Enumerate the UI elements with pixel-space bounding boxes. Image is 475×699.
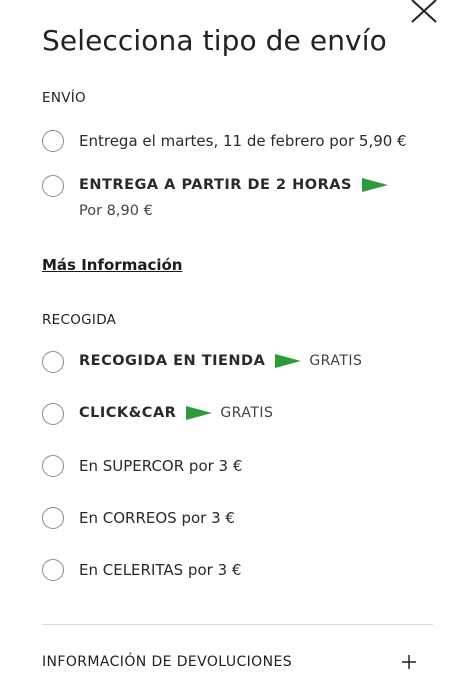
returns-info-label: INFORMACIÓN DE DEVOLUCIONES xyxy=(42,654,292,670)
pickup-option-click-car[interactable]: CLICK&CAR GRATIS xyxy=(42,403,432,429)
pickup-section-label: RECOGIDA xyxy=(42,312,117,328)
radio-button[interactable] xyxy=(42,130,64,152)
close-button[interactable] xyxy=(408,0,438,24)
radio-button[interactable] xyxy=(42,559,64,581)
option-price: Por 8,90 € xyxy=(79,203,153,219)
option-label: RECOGIDA EN TIENDA xyxy=(79,353,266,369)
option-label: ENTREGA A PARTIR DE 2 HORAS xyxy=(79,177,352,193)
green-flag-icon xyxy=(186,406,213,420)
free-badge: GRATIS xyxy=(309,353,363,369)
green-flag-icon xyxy=(361,178,388,192)
divider xyxy=(42,624,433,625)
pickup-option-supercor[interactable]: En SUPERCOR por 3 € xyxy=(42,455,432,481)
plus-icon xyxy=(402,655,416,669)
close-icon xyxy=(411,0,437,23)
option-label-row: RECOGIDA EN TIENDA GRATIS xyxy=(79,353,362,369)
radio-button[interactable] xyxy=(42,507,64,529)
modal-title: Selecciona tipo de envío xyxy=(42,24,387,57)
option-label: CLICK&CAR xyxy=(79,405,177,421)
radio-button[interactable] xyxy=(42,403,64,425)
shipping-section-label: ENVÍO xyxy=(42,90,86,106)
pickup-option-store[interactable]: RECOGIDA EN TIENDA GRATIS xyxy=(42,351,432,377)
green-flag-icon xyxy=(275,354,302,368)
shipping-option-2-hours[interactable]: ENTREGA A PARTIR DE 2 HORAS xyxy=(42,175,432,201)
radio-button[interactable] xyxy=(42,175,64,197)
option-label-row: ENTREGA A PARTIR DE 2 HORAS xyxy=(79,177,388,193)
option-label: En CELERITAS por 3 € xyxy=(79,561,242,579)
free-badge: GRATIS xyxy=(220,405,274,421)
option-label-row: CLICK&CAR GRATIS xyxy=(79,405,273,421)
radio-button[interactable] xyxy=(42,351,64,373)
option-label: Entrega el martes, 11 de febrero por 5,9… xyxy=(79,132,407,150)
option-label: En SUPERCOR por 3 € xyxy=(79,457,243,475)
more-info-link[interactable]: Más Información xyxy=(42,256,182,274)
pickup-option-celeritas[interactable]: En CELERITAS por 3 € xyxy=(42,559,432,585)
option-label: En CORREOS por 3 € xyxy=(79,509,235,527)
pickup-option-correos[interactable]: En CORREOS por 3 € xyxy=(42,507,432,533)
shipping-option-tuesday[interactable]: Entrega el martes, 11 de febrero por 5,9… xyxy=(42,130,432,156)
returns-info-toggle[interactable]: INFORMACIÓN DE DEVOLUCIONES xyxy=(42,650,433,678)
radio-button[interactable] xyxy=(42,455,64,477)
